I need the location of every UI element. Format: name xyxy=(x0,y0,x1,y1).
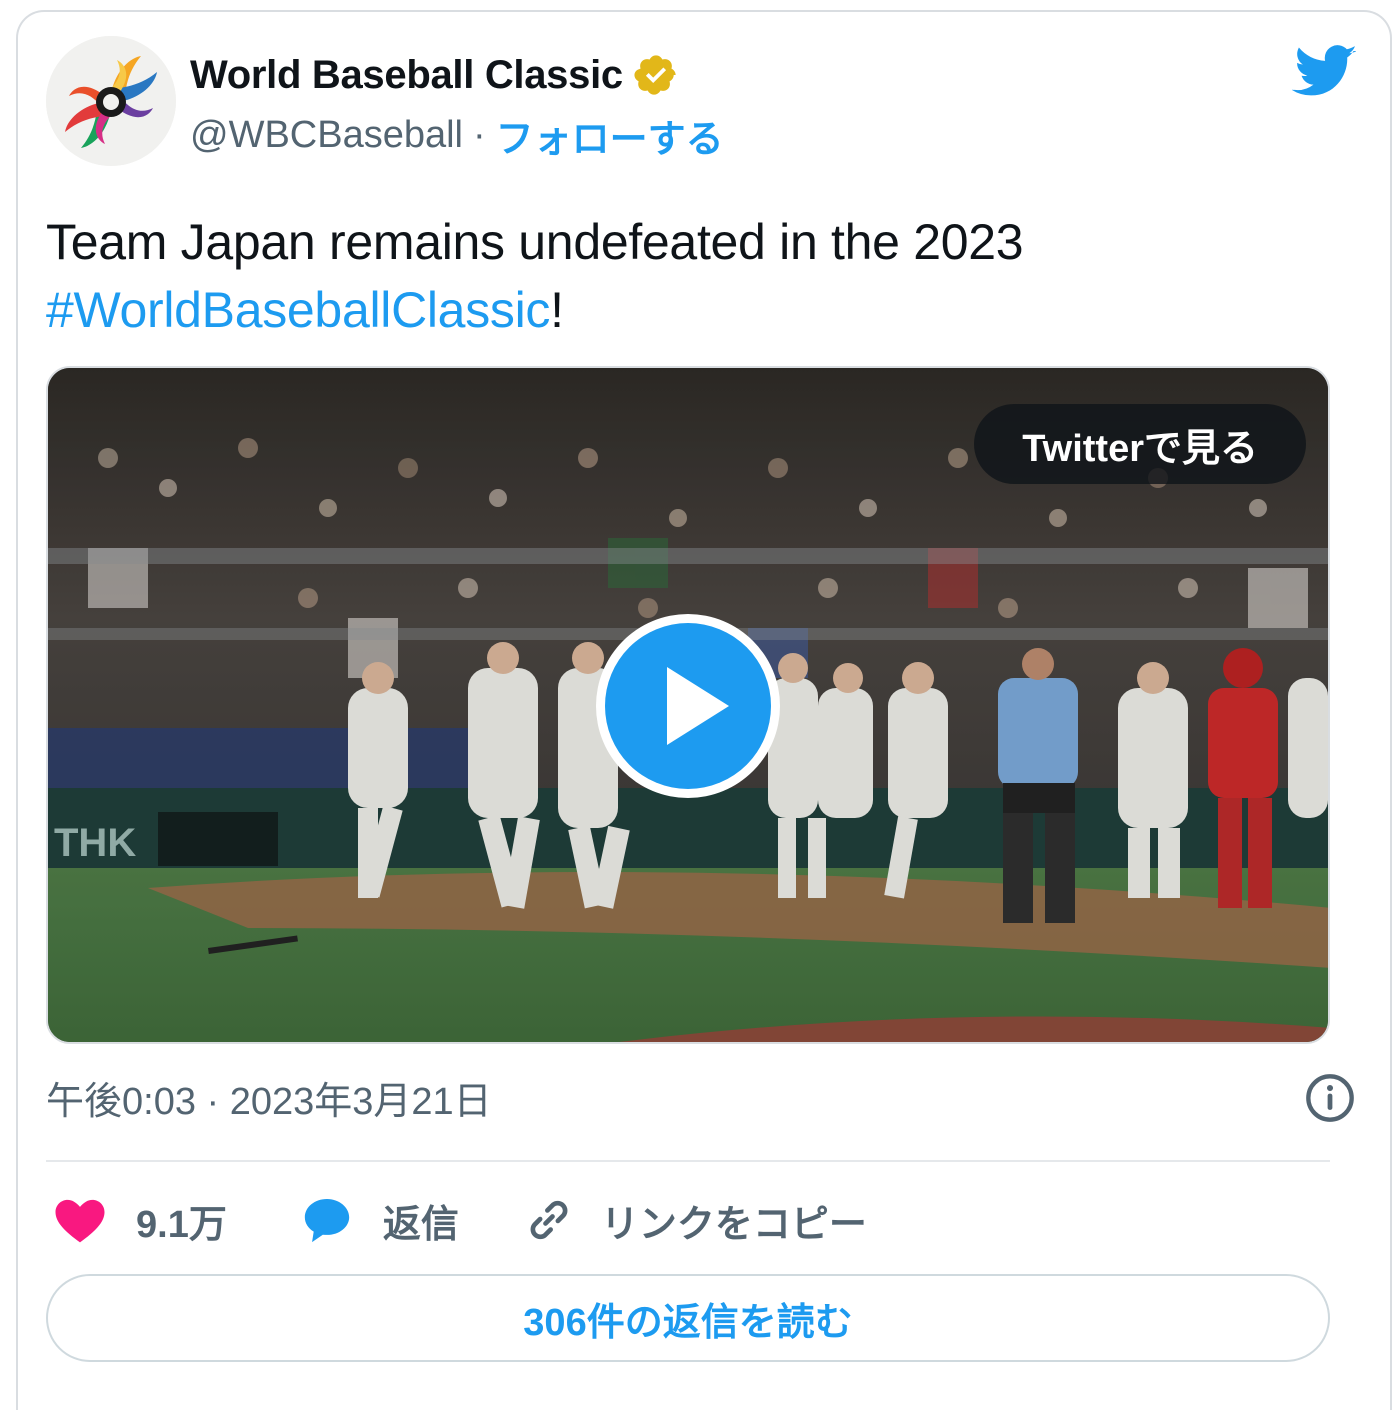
play-button[interactable] xyxy=(596,614,780,798)
like-button[interactable]: 9.1万 xyxy=(52,1192,227,1248)
hashtag-link[interactable]: #WorldBaseballClassic xyxy=(46,282,550,338)
like-count: 9.1万 xyxy=(136,1203,227,1246)
action-bar: 9.1万 返信 リンクをコピー xyxy=(46,1188,867,1252)
follow-button[interactable]: フォローする xyxy=(496,108,724,163)
read-replies-button[interactable]: 306件の返信を読む xyxy=(46,1274,1330,1362)
avatar[interactable] xyxy=(46,36,176,166)
copy-link-label: リンクをコピー xyxy=(600,1203,867,1246)
watch-on-twitter-button[interactable]: Twitterで見る xyxy=(974,404,1306,484)
video-thumbnail[interactable]: THK Twitterで見る xyxy=(46,366,1330,1044)
tweet-text-line: Team Japan remains undefeated in the 202… xyxy=(46,214,1024,270)
copy-link-button[interactable]: リンクをコピー xyxy=(521,1192,867,1248)
divider xyxy=(46,1160,1330,1162)
tweet-text: Team Japan remains undefeated in the 202… xyxy=(46,208,1306,344)
play-icon xyxy=(667,667,729,745)
wbc-logo-icon xyxy=(46,36,176,166)
reply-button[interactable]: 返信 xyxy=(299,1192,459,1248)
verified-badge-icon xyxy=(633,52,679,98)
reply-bubble-icon xyxy=(304,1199,349,1243)
tweet-timestamp[interactable]: 午後0:03 · 2023年3月21日 xyxy=(46,1070,492,1125)
author-handle[interactable]: @WBCBaseball xyxy=(190,114,463,157)
heart-icon xyxy=(55,1199,105,1243)
twitter-bird-icon[interactable] xyxy=(1292,38,1356,102)
tweet-text-end: ! xyxy=(550,282,564,338)
separator-dot: · xyxy=(473,114,486,156)
link-icon xyxy=(530,1200,568,1240)
author-display-name[interactable]: World Baseball Classic xyxy=(190,53,623,98)
info-icon[interactable] xyxy=(1304,1072,1356,1124)
reply-label: 返信 xyxy=(382,1203,459,1246)
